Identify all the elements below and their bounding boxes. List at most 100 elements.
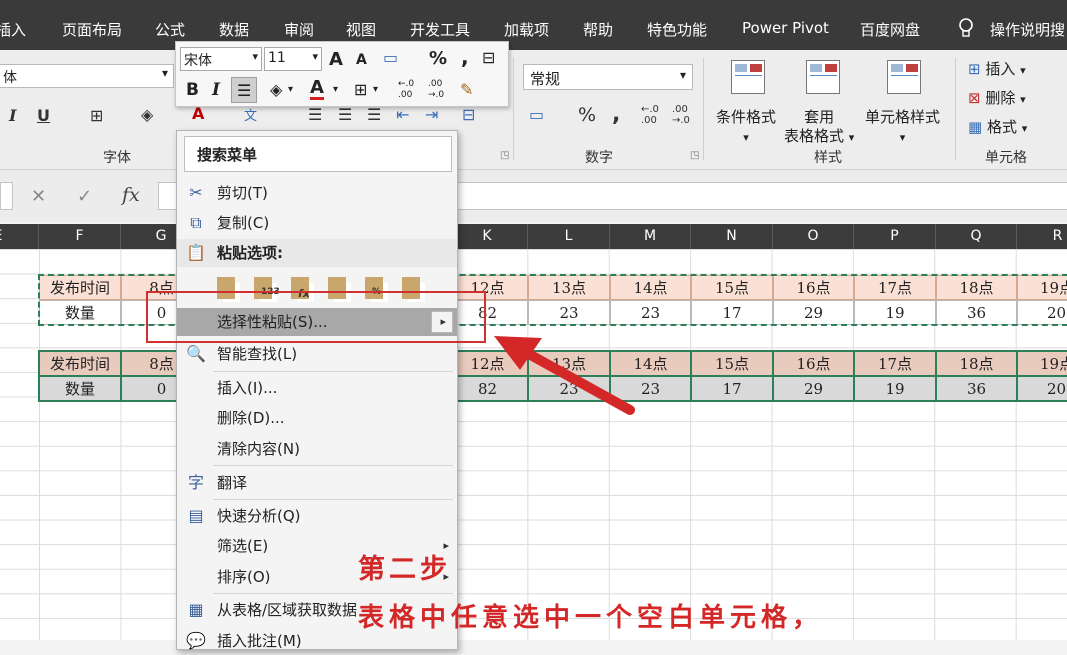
paste-icon[interactable] (214, 273, 242, 303)
table1-header-cell[interactable]: 13点 (528, 275, 610, 300)
mini-font-name-combo[interactable]: 宋体 ▾ (180, 47, 262, 71)
column-header[interactable]: L (528, 224, 610, 249)
enter-icon[interactable]: ✓ (77, 186, 92, 207)
menu-item-clear-contents[interactable]: 清除内容(N) (177, 435, 457, 463)
table1-value-cell[interactable]: 19 (854, 300, 936, 325)
chevron-down-icon[interactable]: ▾ (373, 84, 378, 95)
menu-item-smart-lookup[interactable]: 🔍 智能查找(L) (177, 340, 457, 368)
name-box[interactable] (0, 182, 13, 210)
mini-increase-decimal-button[interactable]: ←.0 .00 (398, 79, 424, 101)
tab-view[interactable]: 视图 (346, 19, 376, 40)
table-format-button[interactable]: 套用 表格格式 ▾ (784, 108, 854, 147)
column-header[interactable]: K (447, 224, 528, 249)
table2-header-cell[interactable]: 19点 (1017, 351, 1067, 376)
table2-header-cell[interactable]: 16点 (773, 351, 854, 376)
tab-power-pivot[interactable]: Power Pivot (742, 19, 829, 37)
table2-header-cell[interactable]: 15点 (691, 351, 773, 376)
mini-decrease-decimal-button[interactable]: .00 →.0 (428, 79, 454, 101)
comma-style-button[interactable]: , (612, 102, 620, 127)
table1-value-cell[interactable]: 20 (1017, 300, 1067, 325)
menu-item-translate[interactable]: 字 翻译 (177, 469, 457, 497)
table1-header-cell[interactable]: 12点 (447, 275, 528, 300)
number-format-combo[interactable]: 常规 ▾ (523, 64, 693, 90)
conditional-format-button[interactable]: 条件格式 ▾ (716, 108, 776, 147)
mini-font-color-button[interactable]: A (310, 78, 324, 100)
column-header[interactable]: R (1017, 224, 1067, 249)
menu-item-delete[interactable]: 删除(D)... (177, 404, 457, 432)
table2-value-label[interactable]: 数量 (39, 376, 121, 401)
decrease-decimal-button[interactable]: .00 →.0 (672, 104, 690, 126)
tab-review[interactable]: 审阅 (284, 19, 314, 40)
tell-me-search[interactable]: 操作说明搜 (990, 19, 1065, 40)
format-painter-icon[interactable]: ✎ (460, 80, 473, 99)
menu-item-paste-special[interactable]: 选择性粘贴(S)... ▸ (177, 308, 457, 336)
table1-value-cell[interactable]: 82 (447, 300, 528, 325)
chevron-down-icon[interactable]: ▾ (333, 84, 338, 95)
table-format-icon[interactable] (806, 60, 840, 94)
column-header[interactable]: Q (936, 224, 1017, 249)
tab-baidu-netdisk[interactable]: 百度网盘 (860, 19, 920, 40)
table2-value-cell[interactable]: 29 (773, 376, 854, 401)
italic-button[interactable]: I (212, 80, 220, 100)
table1-value-cell[interactable]: 23 (528, 300, 610, 325)
delete-cells-button[interactable]: ⊠ 删除 ▾ (968, 87, 1026, 108)
table2-header-cell[interactable]: 17点 (854, 351, 936, 376)
paste-transpose-icon[interactable] (325, 273, 353, 303)
bold-button[interactable]: B (186, 80, 199, 100)
increase-decimal-button[interactable]: ←.0 .00 (641, 104, 659, 126)
table1-value-label[interactable]: 数量 (39, 300, 121, 325)
cancel-icon[interactable]: ✕ (31, 186, 46, 207)
table1-value-cell[interactable]: 29 (773, 300, 854, 325)
format-cells-button[interactable]: ▦ 格式 ▾ (968, 116, 1027, 137)
table1-header-cell[interactable]: 16点 (773, 275, 854, 300)
align-right-icon[interactable]: ☰ (367, 105, 381, 124)
increase-indent-icon[interactable]: ⇥ (425, 105, 438, 124)
tab-developer[interactable]: 开发工具 (410, 19, 470, 40)
column-header[interactable]: M (610, 224, 691, 249)
font-name-combo[interactable]: 体 ▾ (0, 64, 174, 88)
insert-function-icon[interactable]: fx (122, 184, 140, 206)
borders-icon[interactable]: ⊟ (482, 48, 495, 67)
decrease-indent-icon[interactable]: ⇤ (396, 105, 409, 124)
table1-header-cell[interactable]: 14点 (610, 275, 691, 300)
menu-item-copy[interactable]: ⧉ 复制(C) (177, 209, 457, 237)
paste-link-icon[interactable] (399, 273, 427, 303)
column-header[interactable]: O (773, 224, 854, 249)
underline-icon[interactable]: U (37, 106, 50, 125)
dialog-launcher-icon[interactable]: ◳ (500, 150, 509, 161)
phonetic-icon[interactable]: 文 (244, 105, 257, 124)
table1-value-cell[interactable]: 17 (691, 300, 773, 325)
conditional-format-icon[interactable] (731, 60, 765, 94)
paste-formulas-icon[interactable]: fx (288, 273, 316, 303)
table2-value-cell[interactable]: 19 (854, 376, 936, 401)
cell-style-button[interactable]: 单元格样式 ▾ (865, 108, 940, 147)
chevron-down-icon[interactable]: ▾ (162, 66, 168, 80)
table2-value-cell[interactable]: 36 (936, 376, 1017, 401)
column-header[interactable]: N (691, 224, 773, 249)
tab-formulas[interactable]: 公式 (155, 19, 185, 40)
tab-help[interactable]: 帮助 (583, 19, 613, 40)
paste-formatting-icon[interactable]: % (362, 273, 390, 303)
accounting-format-icon[interactable]: ▭ (383, 48, 398, 67)
merge-cells-icon[interactable]: ⊟ (462, 105, 475, 124)
table2-header-label[interactable]: 发布时间 (39, 351, 121, 376)
table1-header-cell[interactable]: 15点 (691, 275, 773, 300)
column-header[interactable]: P (854, 224, 936, 249)
mini-percent-button[interactable]: % (429, 48, 447, 69)
chevron-down-icon[interactable]: ▾ (288, 84, 293, 95)
mini-font-size-combo[interactable]: 11 ▾ (264, 47, 322, 71)
accounting-format-icon[interactable]: ▭ (529, 105, 544, 124)
shrink-font-button[interactable]: A (356, 52, 367, 68)
align-left-icon[interactable]: ☰ (308, 105, 322, 124)
table1-header-label[interactable]: 发布时间 (39, 275, 121, 300)
chevron-down-icon[interactable]: ▾ (312, 50, 318, 63)
tab-insert[interactable]: 插入 (0, 19, 26, 40)
italic-icon[interactable]: I (9, 106, 16, 125)
border-icon[interactable]: ⊞ (90, 106, 103, 125)
menu-item-quick-analysis[interactable]: ▤ 快速分析(Q) (177, 502, 457, 530)
grow-font-button[interactable]: A (329, 49, 343, 70)
search-menu-input[interactable]: 搜索菜单 (184, 136, 452, 172)
table1-header-cell[interactable]: 17点 (854, 275, 936, 300)
chevron-down-icon[interactable]: ▾ (252, 50, 258, 63)
table1-header-cell[interactable]: 18点 (936, 275, 1017, 300)
